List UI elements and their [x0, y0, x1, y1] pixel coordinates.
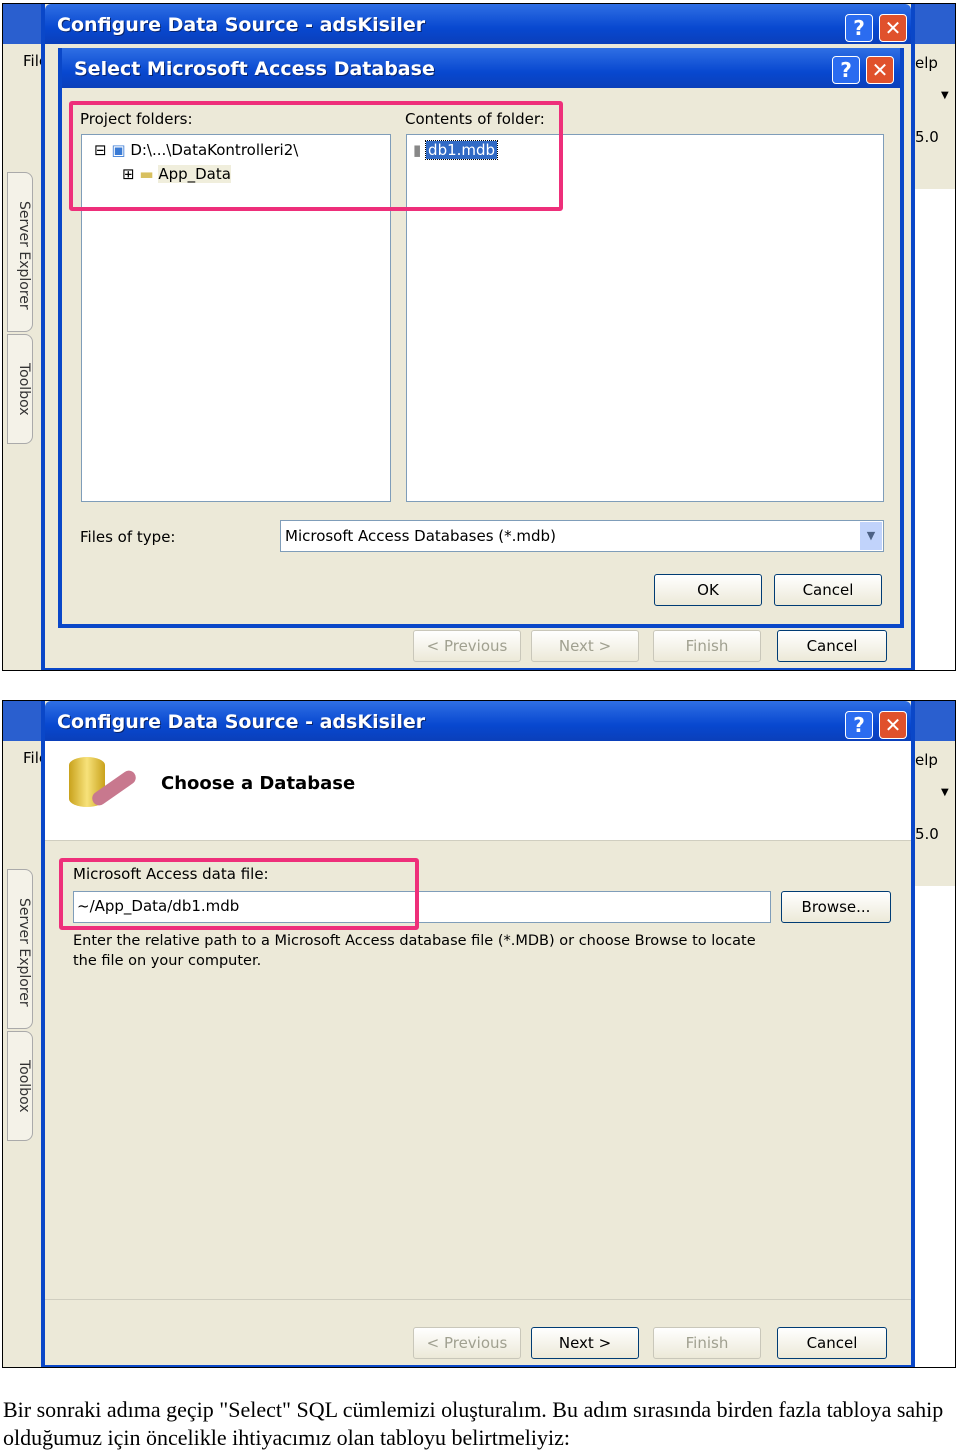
- configure-data-source-dialog: Configure Data Source - adsKisiler ? ✕ C…: [41, 701, 915, 1367]
- help-button[interactable]: ?: [845, 711, 873, 739]
- toolbox-tab[interactable]: Toolbox: [7, 1031, 33, 1141]
- help-button[interactable]: ?: [845, 14, 873, 42]
- menu-help[interactable]: elp: [915, 54, 938, 72]
- inner-help-button[interactable]: ?: [832, 56, 860, 84]
- ide-right-panel: elp ▼ 5.0: [911, 701, 955, 1367]
- version-text: 5.0: [915, 825, 939, 843]
- caption-text: Bir sonraki adıma geçip "Select" SQL cüm…: [3, 1397, 944, 1450]
- help-text: Enter the relative path to a Microsoft A…: [73, 933, 756, 969]
- files-of-type-select[interactable]: Microsoft Access Databases (*.mdb) ▼: [280, 520, 884, 552]
- close-button[interactable]: ✕: [879, 711, 907, 739]
- cancel-button[interactable]: Cancel: [774, 574, 882, 606]
- dropdown-arrow-icon[interactable]: ▼: [941, 90, 949, 101]
- close-button[interactable]: ✕: [879, 14, 907, 42]
- finish-button[interactable]: Finish: [653, 1327, 761, 1359]
- server-explorer-tab[interactable]: Server Explorer: [7, 172, 33, 332]
- chevron-down-icon[interactable]: ▼: [860, 522, 882, 550]
- screenshot-select-database: File Server Explorer Toolbox elp ▼ 5.0 C…: [2, 3, 956, 671]
- wizard-heading: Choose a Database: [161, 773, 356, 794]
- ide-left-panel: File Server Explorer Toolbox: [3, 701, 48, 1367]
- dropdown-arrow-icon[interactable]: ▼: [941, 787, 949, 798]
- next-button[interactable]: Next >: [531, 630, 639, 662]
- ok-button[interactable]: OK: [654, 574, 762, 606]
- ide-right-panel: elp ▼ 5.0: [911, 4, 955, 670]
- dialog-titlebar: Configure Data Source - adsKisiler: [45, 4, 911, 44]
- dialog-titlebar: Configure Data Source - adsKisiler: [45, 701, 911, 741]
- inner-close-button[interactable]: ✕: [866, 56, 894, 84]
- wizard-cancel-button[interactable]: Cancel: [777, 630, 887, 662]
- server-explorer-tab[interactable]: Server Explorer: [7, 869, 33, 1029]
- files-of-type-label: Files of type:: [80, 528, 176, 546]
- highlight-box: [69, 101, 563, 211]
- toolbox-tab[interactable]: Toolbox: [7, 334, 33, 444]
- version-text: 5.0: [915, 128, 939, 146]
- screenshot-choose-database: File Server Explorer Toolbox elp ▼ 5.0 C…: [2, 700, 956, 1368]
- next-button[interactable]: Next >: [531, 1327, 639, 1359]
- ide-left-panel: File Server Explorer Toolbox: [3, 4, 48, 670]
- inner-dialog-titlebar: Select Microsoft Access Database: [62, 48, 900, 88]
- highlight-box: [59, 858, 419, 930]
- wizard-header: Choose a Database: [45, 741, 911, 841]
- previous-button[interactable]: < Previous: [413, 630, 521, 662]
- menu-help[interactable]: elp: [915, 751, 938, 769]
- finish-button[interactable]: Finish: [653, 630, 761, 662]
- browse-button[interactable]: Browse...: [781, 891, 891, 923]
- previous-button[interactable]: < Previous: [413, 1327, 521, 1359]
- wizard-cancel-button[interactable]: Cancel: [777, 1327, 887, 1359]
